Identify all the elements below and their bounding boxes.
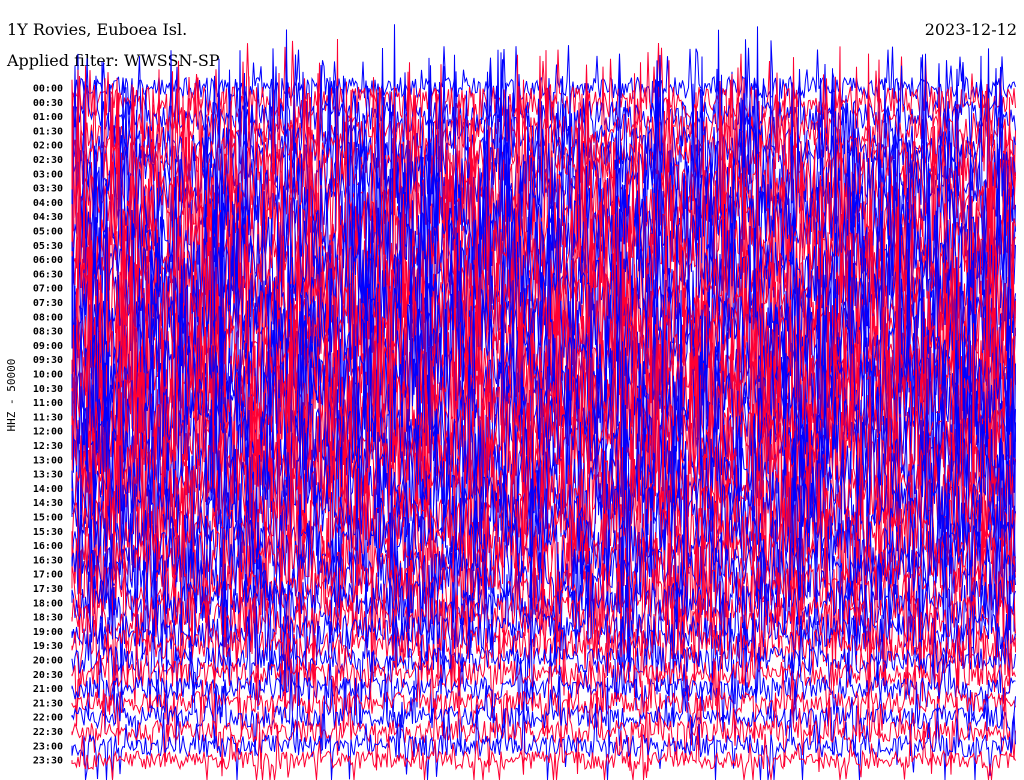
row-time-label: 23:30 — [33, 756, 63, 767]
row-time-label: 08:00 — [33, 312, 63, 323]
trace-layer — [71, 24, 1016, 780]
row-time-label: 08:30 — [33, 327, 63, 338]
helicorder-chart: 00:00 00:30 01:00 01:30 02:00 02:30 03:00 03:30… — [33, 24, 1016, 780]
row-time-label: 13:00 — [33, 455, 63, 466]
row-time-label: 11:00 — [33, 398, 63, 409]
row-time-label: 04:30 — [33, 212, 63, 223]
row-time-label: 15:00 — [33, 513, 63, 524]
row-time-label: 01:30 — [33, 126, 63, 137]
row-time-label: 18:00 — [33, 598, 63, 609]
row-time-label: 22:00 — [33, 713, 63, 724]
row-time-label: 21:30 — [33, 698, 63, 709]
row-time-label: 02:30 — [33, 155, 63, 166]
row-time-label: 11:30 — [33, 412, 63, 423]
row-time-label: 03:00 — [33, 169, 63, 180]
row-time-label: 18:30 — [33, 613, 63, 624]
row-time-label: 19:00 — [33, 627, 63, 638]
row-time-label: 17:00 — [33, 570, 63, 581]
row-time-label: 03:30 — [33, 184, 63, 195]
row-time-label: 06:00 — [33, 255, 63, 266]
row-time-label: 16:00 — [33, 541, 63, 552]
tick-layer: 00:00 00:30 01:00 01:30 02:00 02:30 03:00 03:30… — [33, 84, 63, 767]
row-time-label: 07:30 — [33, 298, 63, 309]
row-time-label: 04:00 — [33, 198, 63, 209]
row-time-label: 12:00 — [33, 427, 63, 438]
row-time-label: 09:30 — [33, 355, 63, 366]
row-time-label: 14:00 — [33, 484, 63, 495]
row-time-label: 05:00 — [33, 227, 63, 238]
row-time-label: 12:30 — [33, 441, 63, 452]
row-time-label: 15:30 — [33, 527, 63, 538]
row-time-label: 20:30 — [33, 670, 63, 681]
row-time-label: 06:30 — [33, 269, 63, 280]
row-time-label: 13:30 — [33, 470, 63, 481]
row-time-label: 10:00 — [33, 370, 63, 381]
row-time-label: 16:30 — [33, 555, 63, 566]
helicorder-page: 1Y Rovies, Euboea Isl. Applied filter: W… — [0, 0, 1024, 780]
row-time-label: 01:00 — [33, 112, 63, 123]
row-time-label: 20:00 — [33, 656, 63, 667]
row-time-label: 10:30 — [33, 384, 63, 395]
row-time-label: 22:30 — [33, 727, 63, 738]
row-time-label: 00:00 — [33, 84, 63, 95]
row-time-label: 02:00 — [33, 141, 63, 152]
row-time-label: 19:30 — [33, 641, 63, 652]
row-time-label: 00:30 — [33, 98, 63, 109]
row-time-label: 14:30 — [33, 498, 63, 509]
row-time-label: 23:00 — [33, 741, 63, 752]
row-time-label: 09:00 — [33, 341, 63, 352]
row-time-label: 07:00 — [33, 284, 63, 295]
row-time-label: 17:30 — [33, 584, 63, 595]
row-time-label: 21:00 — [33, 684, 63, 695]
row-time-label: 05:30 — [33, 241, 63, 252]
